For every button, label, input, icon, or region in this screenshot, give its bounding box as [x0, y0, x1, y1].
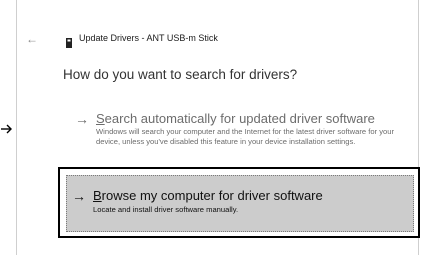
browse-my-computer-option[interactable]: → Browse my computer for driver software…	[66, 175, 414, 232]
access-key: B	[93, 188, 102, 203]
option-title-rest: rowse my computer for driver software	[101, 188, 323, 203]
option-title: Browse my computer for driver software	[93, 188, 323, 204]
option-title-rest: earch automatically for updated driver s…	[104, 111, 375, 126]
usb-device-icon	[66, 35, 72, 48]
right-arrow-icon: →	[75, 111, 89, 127]
annotation-highlight-box: → Browse my computer for driver software…	[58, 167, 420, 238]
back-arrow-icon[interactable]: ←	[26, 32, 40, 46]
screenshot-stage: ← Update Drivers - ANT USB-m Stick How d…	[0, 0, 423, 255]
right-arrow-icon: →	[72, 188, 86, 204]
page-heading: How do you want to search for drivers?	[63, 67, 298, 82]
access-key: S	[96, 111, 105, 126]
option-description: Windows will search your computer and th…	[96, 127, 394, 146]
update-drivers-dialog: ← Update Drivers - ANT USB-m Stick How d…	[16, 0, 420, 255]
option-description: Locate and install driver software manua…	[93, 205, 239, 214]
callout-arrow-icon	[0, 122, 14, 136]
option-title: Search automatically for updated driver …	[96, 111, 375, 127]
dialog-title: Update Drivers - ANT USB-m Stick	[79, 33, 218, 43]
